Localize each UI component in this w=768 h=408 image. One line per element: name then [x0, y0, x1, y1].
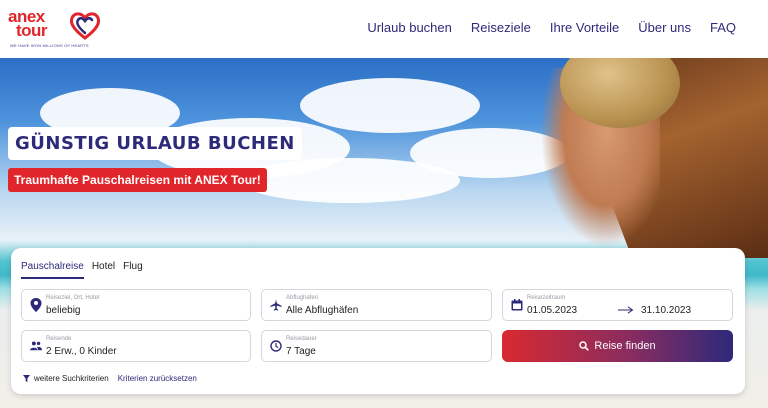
departure-value: Alle Abflughäfen [286, 305, 359, 316]
search-panel: Pauschalreise Hotel Flug Reiseziel, Ort,… [11, 248, 745, 394]
logo-wordmark: anex tour [8, 7, 48, 40]
headline-box: GÜNSTIG URLAUB BUCHEN [8, 127, 302, 160]
nav-faq[interactable]: FAQ [710, 20, 736, 35]
tab-pauschalreise[interactable]: Pauschalreise [21, 261, 84, 279]
hero-headline: GÜNSTIG URLAUB BUCHEN [15, 133, 295, 154]
plane-icon [270, 299, 282, 311]
subline-box: Traumhafte Pauschalreisen mit ANEX Tour! [8, 168, 267, 192]
search-icon [579, 341, 590, 351]
nav-ihre-vorteile[interactable]: Ihre Vorteile [550, 20, 619, 35]
departure-field[interactable]: Abflughafen Alle Abflughäfen [261, 289, 492, 321]
reset-filters-link[interactable]: Kriterien zurücksetzen [118, 374, 197, 383]
filter-links: weitere Suchkriterien Kriterien zurückse… [23, 374, 197, 383]
logo-tagline: WE HAVE WON MILLIONS OF HEARTS [10, 43, 89, 48]
header: anex tour WE HAVE WON MILLIONS OF HEARTS… [0, 0, 768, 58]
nav-urlaub-buchen[interactable]: Urlaub buchen [367, 20, 452, 35]
destination-field[interactable]: Reiseziel, Ort, Hotel beliebig [21, 289, 251, 321]
more-filters-link[interactable]: weitere Suchkriterien [34, 374, 109, 383]
travelers-value: 2 Erw., 0 Kinder [46, 346, 117, 357]
search-button[interactable]: Reise finden [502, 330, 733, 362]
arrow-right-icon [618, 306, 634, 314]
date-from[interactable]: 01.05.2023 [527, 305, 577, 316]
cloud [300, 78, 480, 133]
nav-ueber-uns[interactable]: Über uns [638, 20, 691, 35]
date-to[interactable]: 31.10.2023 [641, 305, 691, 316]
destination-label: Reiseziel, Ort, Hotel [46, 295, 100, 301]
search-button-label: Reise finden [594, 340, 656, 352]
tab-hotel[interactable]: Hotel [92, 261, 115, 279]
travelers-label: Reisende [46, 336, 72, 342]
travelers-field[interactable]: Reisende 2 Erw., 0 Kinder [21, 330, 251, 362]
hero-subline: Traumhafte Pauschalreisen mit ANEX Tour! [14, 173, 261, 187]
heart-icon [69, 12, 101, 40]
main-nav: Urlaub buchen Reiseziele Ihre Vorteile Ü… [348, 20, 736, 35]
duration-value: 7 Tage [286, 346, 316, 357]
date-range-label: Reisezeitraum [527, 295, 566, 301]
nav-reiseziele[interactable]: Reiseziele [471, 20, 531, 35]
destination-value: beliebig [46, 305, 81, 316]
anex-tour-logo[interactable]: anex tour WE HAVE WON MILLIONS OF HEARTS [8, 7, 108, 52]
calendar-icon [511, 299, 523, 311]
filter-icon [23, 375, 30, 382]
clock-icon [270, 340, 282, 352]
duration-label: Reisedauer [286, 336, 317, 342]
date-range-field[interactable]: Reisezeitraum 01.05.2023 31.10.2023 [502, 289, 733, 321]
cloud [240, 158, 460, 203]
map-pin-icon [30, 298, 42, 312]
duration-field[interactable]: Reisedauer 7 Tage [261, 330, 492, 362]
people-icon [30, 341, 42, 351]
tab-flug[interactable]: Flug [123, 261, 142, 279]
departure-label: Abflughafen [286, 295, 319, 301]
search-tabs: Pauschalreise Hotel Flug [21, 261, 151, 279]
